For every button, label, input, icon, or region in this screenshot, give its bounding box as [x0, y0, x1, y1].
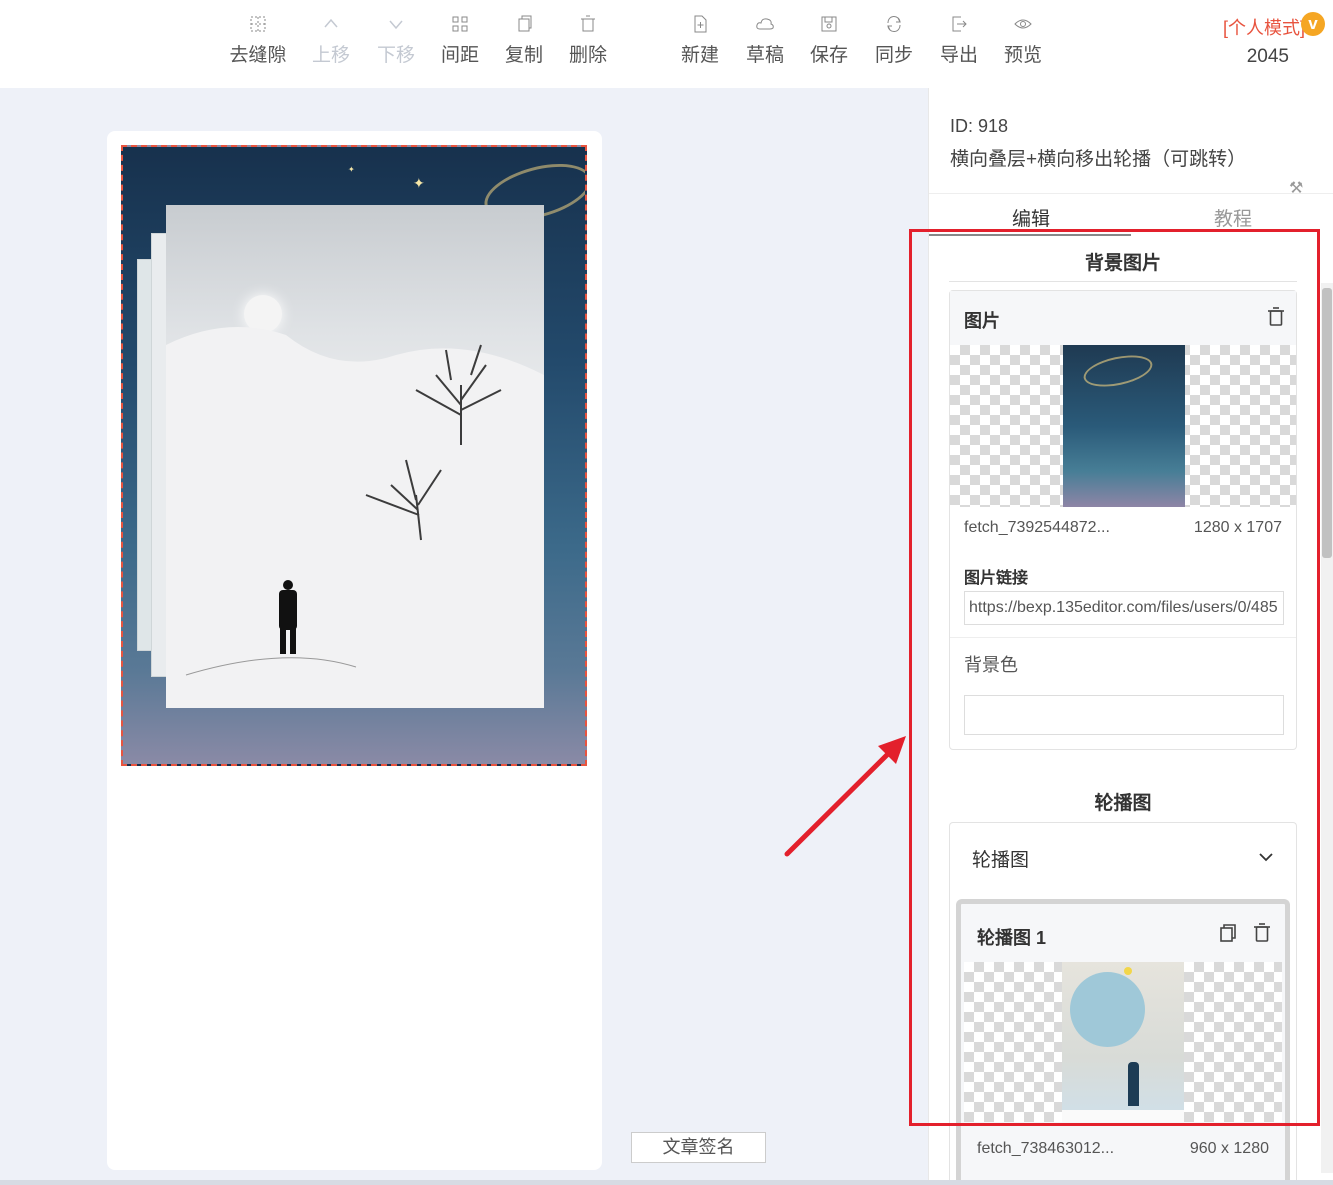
- scrollbar-thumb[interactable]: [1322, 288, 1332, 558]
- save-icon: [797, 14, 861, 36]
- copy-label: 复制: [504, 45, 543, 66]
- export-button[interactable]: 导出: [927, 14, 991, 67]
- eye-icon: [991, 14, 1055, 36]
- export-icon: [927, 14, 991, 36]
- spacing-icon: [428, 14, 492, 36]
- spacing-label: 间距: [440, 45, 479, 66]
- sync-button[interactable]: 同步: [862, 14, 926, 67]
- top-toolbar: 去缝隙 上移 下移 间距 复制 删除 新建 草稿 保存 同步 导出 预览 [个人…: [0, 0, 1333, 88]
- grid-dashed-icon: [226, 14, 290, 36]
- highlight-box: [909, 229, 1320, 1126]
- article-signature-button[interactable]: 文章签名: [631, 1132, 766, 1163]
- move-down-button[interactable]: 下移: [364, 14, 428, 67]
- export-label: 导出: [939, 45, 978, 66]
- star-decoration: ✦: [413, 175, 425, 191]
- carousel-image-dimensions: 960 x 1280: [1189, 1140, 1269, 1157]
- new-file-icon: [668, 14, 732, 36]
- chevron-up-icon: [299, 14, 363, 36]
- template-id: ID: 918: [950, 116, 1009, 136]
- carousel-card-front[interactable]: [166, 205, 544, 708]
- move-down-label: 下移: [376, 45, 415, 66]
- save-button[interactable]: 保存: [797, 14, 861, 67]
- preview-button[interactable]: 预览: [991, 14, 1055, 67]
- cloud-icon: [733, 14, 797, 36]
- remove-gap-label: 去缝隙: [229, 45, 287, 66]
- tab-edit[interactable]: 编辑: [1012, 204, 1050, 231]
- star-decoration: ✦: [348, 165, 355, 174]
- move-up-button[interactable]: 上移: [299, 14, 363, 67]
- sync-label: 同步: [874, 45, 913, 66]
- carousel-file-name: fetch_738463012...: [977, 1140, 1115, 1157]
- preview-label: 预览: [1003, 45, 1042, 66]
- remove-gap-button[interactable]: 去缝隙: [226, 14, 290, 67]
- copy-button[interactable]: 复制: [492, 14, 556, 67]
- draft-label: 草稿: [745, 45, 784, 66]
- new-button[interactable]: 新建: [668, 14, 732, 67]
- vip-badge[interactable]: v: [1301, 12, 1325, 36]
- highlight-arrow: [784, 736, 906, 857]
- personal-mode-label[interactable]: [个人模式]: [1223, 14, 1305, 40]
- save-label: 保存: [809, 45, 848, 66]
- draft-button[interactable]: 草稿: [733, 14, 797, 67]
- copy-icon: [492, 14, 556, 36]
- spacing-button[interactable]: 间距: [428, 14, 492, 67]
- delete-label: 删除: [568, 45, 607, 66]
- carousel-preview-block[interactable]: ✦ ✦ ✦: [121, 145, 587, 766]
- new-label: 新建: [680, 45, 719, 66]
- trash-icon: [556, 14, 620, 36]
- sync-icon: [862, 14, 926, 36]
- snow-scene-illustration: [166, 327, 544, 708]
- bottom-divider: [0, 1180, 1333, 1185]
- tab-tutorial[interactable]: 教程: [1214, 204, 1252, 231]
- delete-button[interactable]: 删除: [556, 14, 620, 67]
- count-value: 2045: [1246, 46, 1289, 67]
- chevron-down-icon: [364, 14, 428, 36]
- template-name: 横向叠层+横向移出轮播（可跳转）: [950, 149, 1247, 170]
- move-up-label: 上移: [311, 45, 350, 66]
